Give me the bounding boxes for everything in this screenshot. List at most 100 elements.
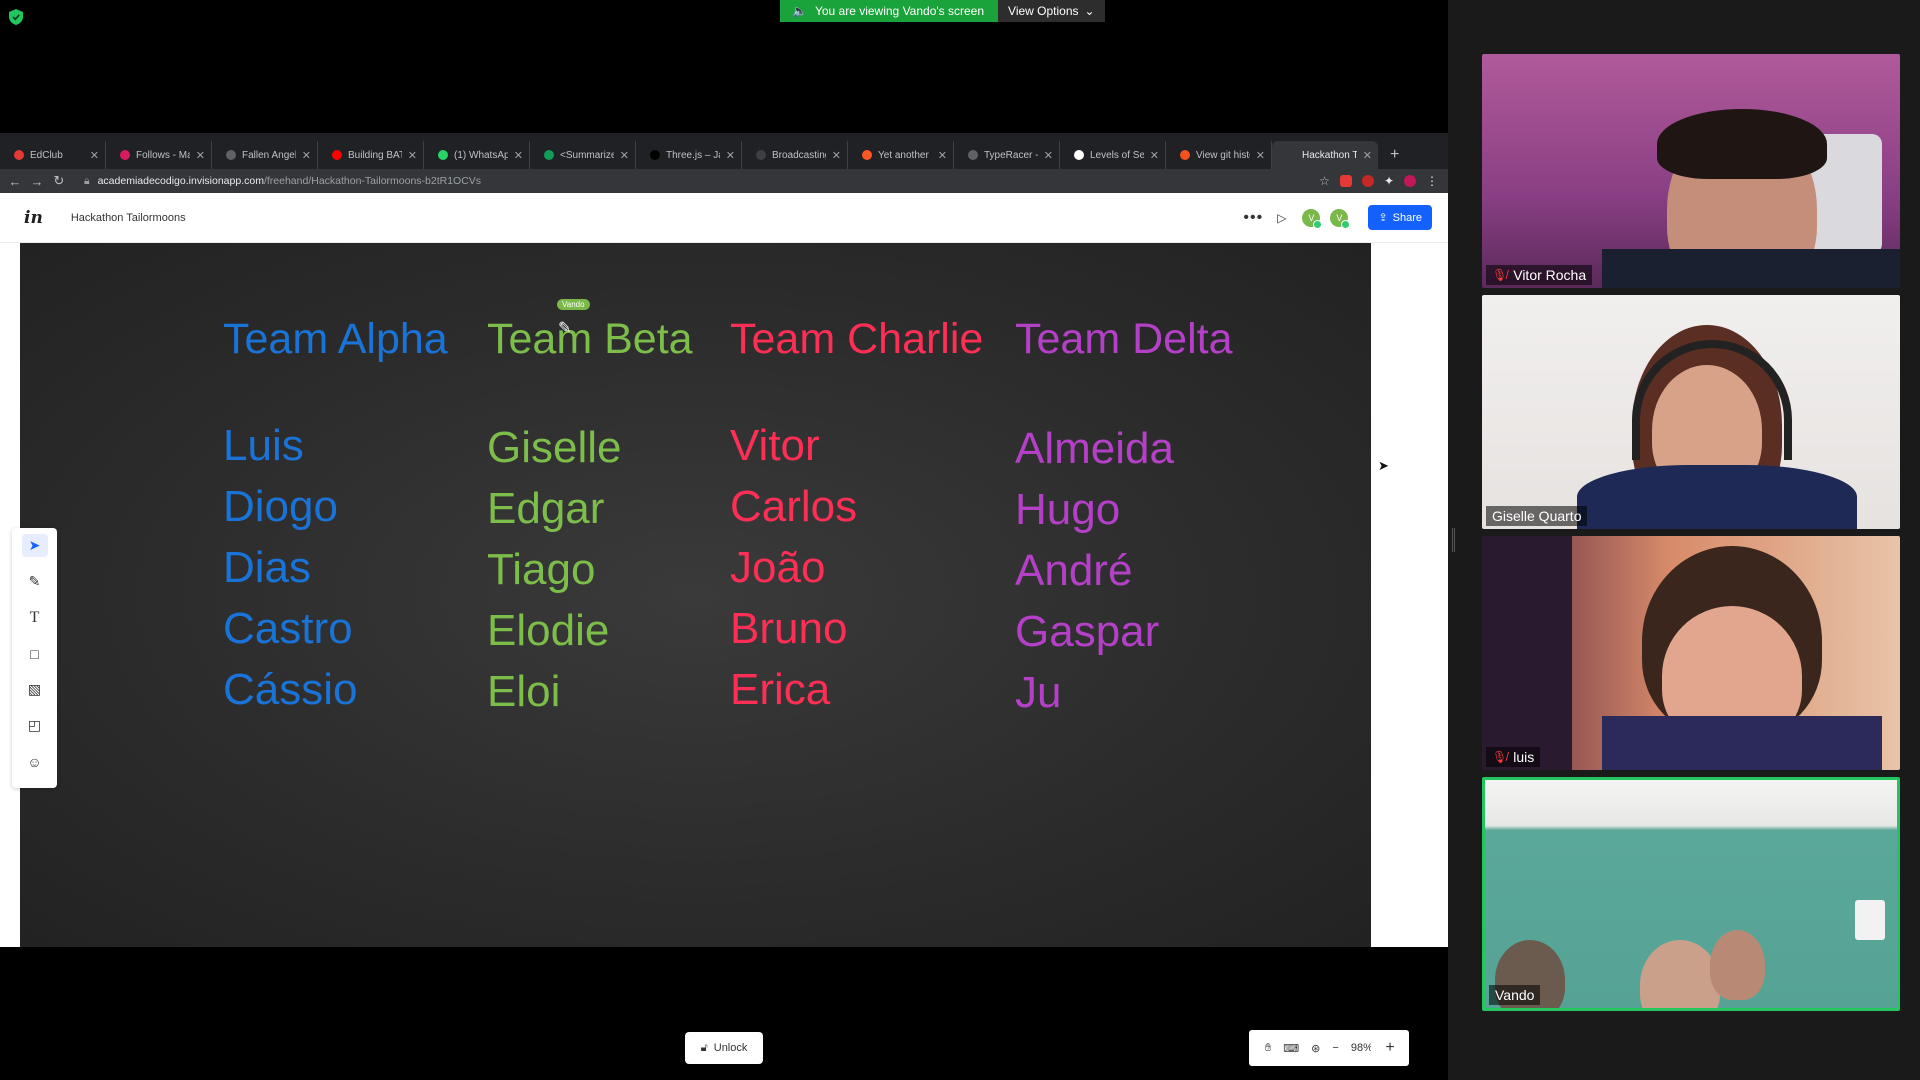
reload-icon[interactable]: ↻ xyxy=(48,173,70,189)
participant-hair xyxy=(1657,109,1827,179)
sticker-tool-icon[interactable]: ☺ xyxy=(22,750,48,773)
text-tool-icon[interactable]: T xyxy=(22,606,48,629)
tab-favicon-icon xyxy=(968,150,978,160)
browser-tab[interactable]: Fallen Angel ✕ xyxy=(212,141,318,169)
browser-tab-active[interactable]: Hackathon Ta ✕ xyxy=(1272,141,1378,169)
close-icon[interactable]: ✕ xyxy=(302,149,311,162)
forward-icon[interactable]: → xyxy=(26,174,48,189)
video-tile[interactable]: 🎙︎̸ luis xyxy=(1482,536,1900,770)
mic-muted-icon: 🎙︎̸ xyxy=(1492,268,1508,282)
security-shield-icon[interactable] xyxy=(9,9,23,25)
image-tool-icon[interactable]: ▧ xyxy=(22,678,48,701)
sticky-note-tool-icon[interactable]: ◰ xyxy=(22,714,48,737)
member-name: Carlos xyxy=(730,482,858,531)
extension-acrobat-icon[interactable] xyxy=(1339,175,1352,187)
participant-name: Giselle Quarto xyxy=(1492,508,1582,524)
zoom-out-icon[interactable]: − xyxy=(1332,1042,1338,1054)
select-tool-icon[interactable]: ➤ xyxy=(21,534,48,557)
browser-tab[interactable]: <Summarize ✕ xyxy=(530,141,636,169)
view-options-button[interactable]: View Options ⌄ xyxy=(998,0,1105,22)
browser-tab[interactable]: Three.js – Ja ✕ xyxy=(636,141,742,169)
browser-tab[interactable]: Yet another U ✕ xyxy=(848,141,954,169)
close-icon[interactable]: ✕ xyxy=(408,149,417,162)
invision-logo[interactable]: in xyxy=(24,208,43,228)
collaborator-cursor-label: Vando xyxy=(557,299,590,310)
tab-title: Levels of Se xyxy=(1090,149,1144,161)
help-icon[interactable]: ⊛ xyxy=(1311,1042,1320,1055)
member-name: Diogo xyxy=(223,482,338,531)
zoom-in-icon[interactable]: + xyxy=(1371,1030,1409,1066)
close-icon[interactable]: ✕ xyxy=(1363,149,1372,162)
close-icon[interactable]: ✕ xyxy=(938,149,947,162)
member-name: André xyxy=(1015,546,1133,595)
participant-name-tag: Giselle Quarto xyxy=(1486,506,1588,526)
browser-tab[interactable]: Broadcasting ✕ xyxy=(742,141,848,169)
close-icon[interactable]: ✕ xyxy=(832,149,841,162)
browser-tab[interactable]: EdClub ✕ xyxy=(0,141,106,169)
freehand-canvas[interactable]: Team Alpha Luis Diogo Dias Castro Cássio… xyxy=(20,243,1371,947)
tab-favicon-icon xyxy=(862,150,872,160)
address-bar: ← → ↻ 🔒︎ academiadecodigo.invisionapp.co… xyxy=(0,169,1448,193)
close-icon[interactable]: ✕ xyxy=(1044,149,1053,162)
chevron-down-icon: ⌄ xyxy=(1084,4,1095,18)
browser-tab[interactable]: (1) WhatsApp ✕ xyxy=(424,141,530,169)
pencil-tool-icon[interactable]: ✎ xyxy=(22,570,48,593)
lock-icon: 🔒︎ xyxy=(84,174,90,187)
present-icon[interactable]: ▷ xyxy=(1277,211,1286,225)
tab-favicon-icon xyxy=(1074,150,1084,160)
star-icon[interactable]: ☆ xyxy=(1319,174,1330,188)
avatar[interactable]: V xyxy=(1300,206,1323,229)
member-name: Eloi xyxy=(487,667,561,716)
team-members: Luis Diogo Dias Castro Cássio xyxy=(223,415,358,720)
browser-menu-icon[interactable]: ⋮ xyxy=(1426,174,1438,188)
video-tile[interactable]: Giselle Quarto xyxy=(1482,295,1900,529)
extension-red-icon[interactable] xyxy=(1361,175,1374,187)
zoom-level[interactable]: 98% xyxy=(1351,1042,1373,1054)
close-icon[interactable]: ✕ xyxy=(1150,149,1159,162)
share-button[interactable]: ⇪ Share xyxy=(1368,205,1432,230)
member-name: Elodie xyxy=(487,606,610,655)
profile-avatar-icon[interactable] xyxy=(1404,175,1416,187)
member-name: Hugo xyxy=(1015,485,1121,534)
more-options-icon[interactable]: ••• xyxy=(1243,209,1263,227)
browser-tab[interactable]: TypeRacer - ✕ xyxy=(954,141,1060,169)
url-field[interactable]: 🔒︎ academiadecodigo.invisionapp.com/free… xyxy=(84,175,481,188)
unlock-button[interactable]: 🔓︎ Unlock xyxy=(685,1032,763,1064)
viewing-status: 🔈 You are viewing Vando's screen xyxy=(780,0,999,22)
close-icon[interactable]: ✕ xyxy=(514,149,523,162)
rectangle-tool-icon[interactable]: □ xyxy=(22,642,48,665)
hand-tool-icon[interactable]: ✋︎ xyxy=(1265,1042,1271,1055)
zoom-controls: ✋︎ ⌨ ⊛ − 98% xyxy=(1249,1030,1373,1066)
view-options-label: View Options xyxy=(1008,4,1079,18)
avatar[interactable]: V xyxy=(1328,206,1351,229)
close-icon[interactable]: ✕ xyxy=(620,149,629,162)
close-icon[interactable]: ✕ xyxy=(90,149,99,162)
document-title[interactable]: Hackathon Tailormoons xyxy=(71,212,186,224)
puzzle-icon[interactable]: ✦ xyxy=(1384,174,1394,188)
back-icon[interactable]: ← xyxy=(4,174,26,189)
close-icon[interactable]: ✕ xyxy=(196,149,205,162)
tab-title: Fallen Angel xyxy=(242,149,296,161)
team-heading: Team Delta xyxy=(1015,315,1233,363)
new-tab-icon[interactable]: + xyxy=(1378,141,1411,169)
participant-name-tag: 🎙︎̸ luis xyxy=(1486,747,1541,767)
browser-tab[interactable]: Building BATT ✕ xyxy=(318,141,424,169)
keyboard-icon[interactable]: ⌨ xyxy=(1283,1042,1299,1055)
close-icon[interactable]: ✕ xyxy=(726,149,735,162)
panel-splitter[interactable] xyxy=(1452,528,1455,552)
url-path: /freehand/Hackathon-Tailormoons-b2tR1OCV… xyxy=(263,175,482,187)
tab-title: <Summarize xyxy=(560,149,614,161)
video-tile-active-speaker[interactable]: Vando xyxy=(1482,777,1900,1011)
team-heading: Team Charlie xyxy=(730,315,984,363)
member-name: Giselle xyxy=(487,423,622,472)
browser-tab[interactable]: Levels of Se ✕ xyxy=(1060,141,1166,169)
browser-tab[interactable]: Follows - Ma ✕ xyxy=(106,141,212,169)
member-name: Luis xyxy=(223,421,304,470)
tab-title: Building BATT xyxy=(348,149,402,161)
tab-favicon-icon xyxy=(650,150,660,160)
video-tile[interactable]: 🎙︎̸ Vitor Rocha xyxy=(1482,54,1900,288)
browser-tab[interactable]: View git histo ✕ xyxy=(1166,141,1272,169)
tab-favicon-icon xyxy=(438,150,448,160)
member-name: Castro xyxy=(223,604,353,653)
close-icon[interactable]: ✕ xyxy=(1256,149,1265,162)
